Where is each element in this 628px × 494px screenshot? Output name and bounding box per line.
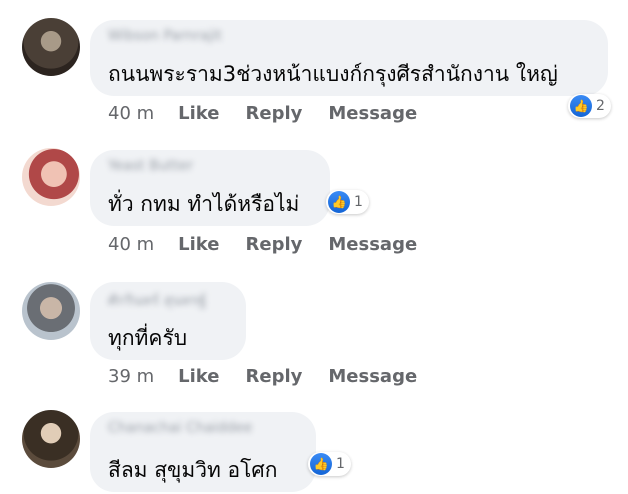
reaction-number: 2 bbox=[596, 98, 605, 114]
reaction-count[interactable]: 👍 1 bbox=[308, 452, 351, 476]
comment-text: ถนนพระราม3ช่วงหน้าแบงก์กรุงศีรสำนักงาน ใ… bbox=[108, 62, 558, 86]
comment-text: ทุกที่ครับ bbox=[108, 326, 188, 350]
reaction-number: 1 bbox=[354, 194, 363, 210]
like-button[interactable]: Like bbox=[178, 103, 219, 124]
like-thumb-icon: 👍 bbox=[328, 191, 350, 213]
reply-button[interactable]: Reply bbox=[246, 234, 303, 255]
comment-actions: 40 m Like Reply Message bbox=[108, 234, 443, 255]
avatar[interactable] bbox=[22, 148, 80, 206]
comment-bubble: ศักรินทร์ สุนทรฐ์ ทุกที่ครับ bbox=[90, 282, 246, 360]
avatar[interactable] bbox=[22, 282, 80, 340]
reaction-number: 1 bbox=[336, 456, 345, 472]
comment-time[interactable]: 39 m bbox=[108, 366, 154, 387]
comment-text: สีลม สุขุมวิท อโศก bbox=[108, 458, 278, 482]
comment-bubble: Wibson Parnrajit ถนนพระราม3ช่วงหน้าแบงก์… bbox=[90, 20, 608, 96]
message-button[interactable]: Message bbox=[328, 103, 417, 124]
message-button[interactable]: Message bbox=[328, 234, 417, 255]
comment-time[interactable]: 40 m bbox=[108, 234, 154, 255]
reply-button[interactable]: Reply bbox=[246, 103, 303, 124]
comment-text: ทั่ว กทม ทำได้หรือไม่ bbox=[108, 192, 300, 216]
comment-time[interactable]: 40 m bbox=[108, 103, 154, 124]
like-thumb-icon: 👍 bbox=[310, 453, 332, 475]
comment-author[interactable]: Wibson Parnrajit bbox=[108, 28, 222, 44]
like-button[interactable]: Like bbox=[178, 234, 219, 255]
like-button[interactable]: Like bbox=[178, 366, 219, 387]
reply-button[interactable]: Reply bbox=[246, 366, 303, 387]
comment-author[interactable]: Chanachai Chaiddee bbox=[108, 420, 252, 436]
like-thumb-icon: 👍 bbox=[570, 95, 592, 117]
avatar[interactable] bbox=[22, 410, 80, 468]
reaction-count[interactable]: 👍 1 bbox=[326, 190, 369, 214]
reaction-count[interactable]: 👍 2 bbox=[568, 94, 611, 118]
comment-author[interactable]: ศักรินทร์ สุนทรฐ์ bbox=[108, 290, 206, 312]
message-button[interactable]: Message bbox=[328, 366, 417, 387]
comment-actions: 39 m Like Reply Message bbox=[108, 366, 443, 387]
avatar[interactable] bbox=[22, 18, 80, 76]
comment-author[interactable]: Yeast Butter bbox=[108, 158, 193, 174]
comment-bubble: Yeast Butter ทั่ว กทม ทำได้หรือไม่ bbox=[90, 150, 330, 226]
comment-bubble: Chanachai Chaiddee สีลม สุขุมวิท อโศก bbox=[90, 412, 316, 492]
comment-actions: 40 m Like Reply Message bbox=[108, 103, 443, 124]
